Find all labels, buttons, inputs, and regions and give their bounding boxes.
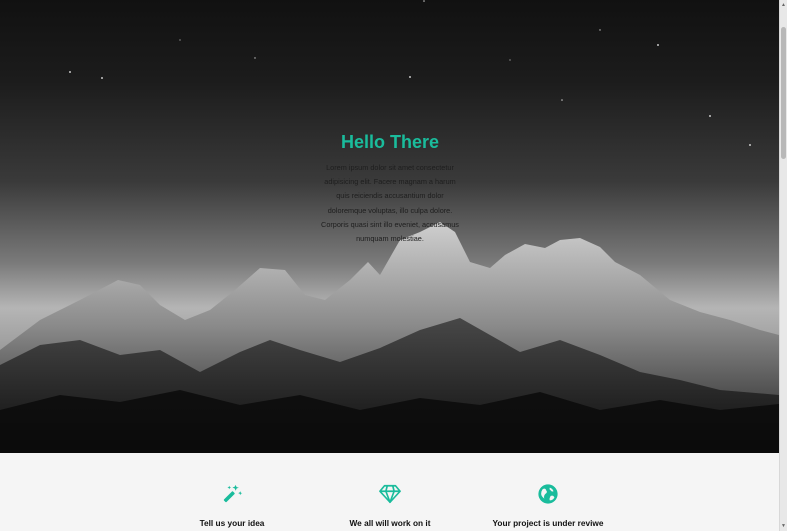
feature-review: Your project is under reviwe	[468, 483, 628, 528]
page-scrollbar[interactable]: ▲ ▼	[779, 0, 787, 531]
hero-content: Hello There Lorem ipsum dolor sit amet c…	[320, 132, 460, 246]
scroll-up-icon[interactable]: ▲	[780, 0, 787, 10]
feature-label: Tell us your idea	[199, 518, 265, 528]
scroll-down-icon[interactable]: ▼	[780, 521, 787, 531]
feature-label: We all will work on it	[349, 518, 431, 528]
features-section: Tell us your idea We all will work on it…	[0, 453, 779, 531]
hero-description: Lorem ipsum dolor sit amet consectetur a…	[321, 163, 459, 244]
magic-wand-icon	[223, 484, 243, 503]
feature-label: Your project is under reviwe	[492, 518, 604, 528]
scrollbar-thumb[interactable]	[781, 27, 786, 159]
feature-work: We all will work on it	[310, 483, 470, 528]
globe-icon	[538, 484, 558, 504]
hero-title: Hello There	[340, 132, 440, 152]
hero-section: Hello There Lorem ipsum dolor sit amet c…	[0, 0, 779, 453]
feature-idea: Tell us your idea	[152, 483, 312, 528]
diamond-icon	[379, 484, 401, 504]
page: Hello There Lorem ipsum dolor sit amet c…	[0, 0, 779, 531]
